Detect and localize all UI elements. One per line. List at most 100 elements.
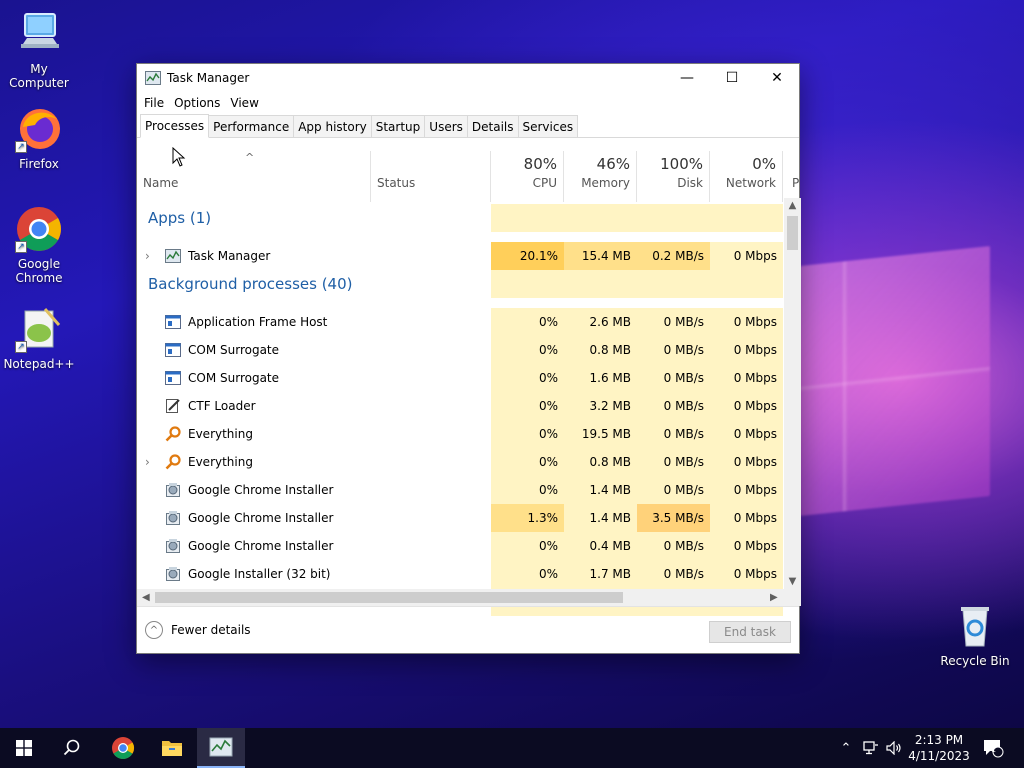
process-cpu-cell: 0% <box>491 476 564 504</box>
process-row[interactable]: CTF Loader 0% 3.2 MB 0 MB/s 0 Mbps <box>137 392 784 420</box>
column-header-status[interactable]: Status <box>371 151 491 202</box>
firefox-icon: ↗ <box>15 105 63 153</box>
process-row[interactable]: Google Chrome Installer 0% 1.4 MB 0 MB/s 0 M… <box>137 476 784 504</box>
search-button[interactable] <box>48 728 96 768</box>
column-header-disk[interactable]: 100% Disk <box>637 151 710 202</box>
menu-options[interactable]: Options <box>169 96 225 110</box>
process-memory-cell: 1.4 MB <box>564 504 637 532</box>
process-name: Task Manager <box>188 249 271 263</box>
tab-strip: Processes Performance App history Startu… <box>137 114 799 138</box>
recycle-bin-icon <box>951 602 999 650</box>
taskbar-chrome[interactable] <box>99 728 147 768</box>
tab-processes[interactable]: Processes <box>140 114 210 138</box>
vertical-scroll-thumb[interactable] <box>787 216 798 250</box>
process-name: COM Surrogate <box>188 371 280 385</box>
process-row[interactable]: Everything 0% 19.5 MB 0 MB/s 0 Mbps <box>137 420 784 448</box>
process-network-cell: 0 Mbps <box>710 448 783 476</box>
tab-services[interactable]: Services <box>517 115 579 137</box>
fewer-details-button[interactable]: ^ Fewer details <box>145 621 251 639</box>
process-cpu-cell: 0% <box>491 560 564 588</box>
group-header-row[interactable]: Apps (1) <box>137 204 784 232</box>
process-network-cell: 0 Mbps <box>710 308 783 336</box>
taskbar-task-manager[interactable] <box>197 728 245 768</box>
group-heat-cell <box>564 204 637 232</box>
process-row[interactable]: COM Surrogate 0% 1.6 MB 0 MB/s 0 Mbps <box>137 364 784 392</box>
network-icon <box>863 741 878 755</box>
tab-users[interactable]: Users <box>424 115 468 137</box>
chrome-icon: ↗ <box>15 205 63 253</box>
column-header-network[interactable]: 0% Network <box>710 151 783 202</box>
process-network-cell: 0 Mbps <box>710 504 783 532</box>
process-row[interactable]: COM Surrogate 0% 0.8 MB 0 MB/s 0 Mbps <box>137 336 784 364</box>
menu-view[interactable]: View <box>225 96 263 110</box>
process-row[interactable]: › Task Manager 20.1% 15.4 MB 0.2 MB/s 0 Mbps <box>137 242 784 270</box>
process-disk-cell: 0 MB/s <box>637 364 710 392</box>
column-header-memory[interactable]: 46% Memory <box>564 151 637 202</box>
desktop-icon-label: My Computer <box>9 62 69 90</box>
process-cpu-cell: 0% <box>491 392 564 420</box>
disk-total-percent: 100% <box>660 155 703 173</box>
scroll-left-icon[interactable]: ◀ <box>142 589 150 606</box>
tab-details[interactable]: Details <box>466 115 519 137</box>
process-cpu-cell: 1.3% <box>491 504 564 532</box>
scroll-down-icon[interactable]: ▼ <box>784 576 801 587</box>
network-tray-button[interactable] <box>860 728 882 768</box>
scrollbar-corner <box>784 589 801 606</box>
close-button[interactable]: ✕ <box>754 64 800 92</box>
process-memory-cell: 0.8 MB <box>564 448 637 476</box>
horizontal-scrollbar[interactable]: ◀ ▶ <box>137 589 784 606</box>
process-network-cell: 0 Mbps <box>710 242 783 270</box>
notification-count: 1 <box>991 745 997 754</box>
action-center-button[interactable]: 1 <box>978 728 1008 768</box>
tab-performance[interactable]: Performance <box>208 115 295 137</box>
scroll-up-icon[interactable]: ▲ <box>784 200 801 211</box>
clock[interactable]: 2:13 PM 4/11/2023 <box>904 732 974 764</box>
chrome-icon <box>112 737 134 759</box>
start-button[interactable] <box>0 728 48 768</box>
ctf-loader-icon <box>165 398 181 414</box>
scroll-right-icon[interactable]: ▶ <box>770 589 778 606</box>
menu-file[interactable]: File <box>139 96 169 110</box>
end-task-button[interactable]: End task <box>709 621 791 643</box>
desktop-icon-recycle-bin[interactable]: Recycle Bin <box>937 602 1013 668</box>
group-heat-cell <box>710 204 783 232</box>
column-header-cpu[interactable]: 80% CPU <box>491 151 564 202</box>
footer: ^ Fewer details End task <box>137 606 799 654</box>
process-row[interactable]: Google Installer (32 bit) 0% 1.7 MB 0 MB/s 0… <box>137 560 784 588</box>
tab-app-history[interactable]: App history <box>293 115 372 137</box>
process-row[interactable]: Google Chrome Installer 1.3% 1.4 MB 3.5 MB/… <box>137 504 784 532</box>
installer-icon <box>165 538 181 554</box>
show-hidden-icons-button[interactable]: ⌃ <box>837 728 855 768</box>
minimize-button[interactable]: — <box>664 64 710 92</box>
chevron-right-icon[interactable]: › <box>145 448 157 476</box>
process-disk-cell: 0 MB/s <box>637 448 710 476</box>
column-label-power: P <box>792 176 800 190</box>
tab-startup[interactable]: Startup <box>370 115 426 137</box>
desktop-icon-my-computer[interactable]: My Computer <box>1 10 77 90</box>
process-row[interactable]: Google Chrome Installer 0% 0.4 MB 0 MB/s 0 M… <box>137 532 784 560</box>
horizontal-scroll-thumb[interactable] <box>155 592 623 603</box>
process-network-cell: 0 Mbps <box>710 392 783 420</box>
taskbar-file-explorer[interactable] <box>148 728 196 768</box>
process-row[interactable]: › Everything 0% 0.8 MB 0 MB/s 0 Mbps <box>137 448 784 476</box>
column-header-power[interactable]: P <box>783 151 801 202</box>
task-manager-icon <box>165 248 181 264</box>
chevron-right-icon[interactable]: › <box>145 242 157 270</box>
desktop-icon-firefox[interactable]: ↗ Firefox <box>1 105 77 171</box>
volume-tray-button[interactable] <box>884 728 904 768</box>
process-disk-cell: 0 MB/s <box>637 392 710 420</box>
desktop-icon-google-chrome[interactable]: ↗ Google Chrome <box>1 205 77 285</box>
task-manager-icon <box>209 737 233 757</box>
installer-icon <box>165 482 181 498</box>
group-heat-cell <box>637 204 710 232</box>
process-row[interactable]: Application Frame Host 0% 2.6 MB 0 MB/s 0 Mb… <box>137 308 784 336</box>
process-cpu-cell: 0% <box>491 364 564 392</box>
maximize-button[interactable]: ☐ <box>709 64 755 92</box>
cpu-total-percent: 80% <box>523 155 557 173</box>
vertical-scrollbar[interactable]: ▲ ▼ <box>784 198 801 589</box>
title-bar[interactable]: Task Manager — ☐ ✕ <box>137 64 799 92</box>
window-title: Task Manager <box>167 71 250 85</box>
group-header-row[interactable]: Background processes (40) <box>137 270 784 298</box>
desktop-icon-notepad-plus-plus[interactable]: ↗ Notepad++ <box>1 305 77 371</box>
process-memory-cell: 1.4 MB <box>564 476 637 504</box>
